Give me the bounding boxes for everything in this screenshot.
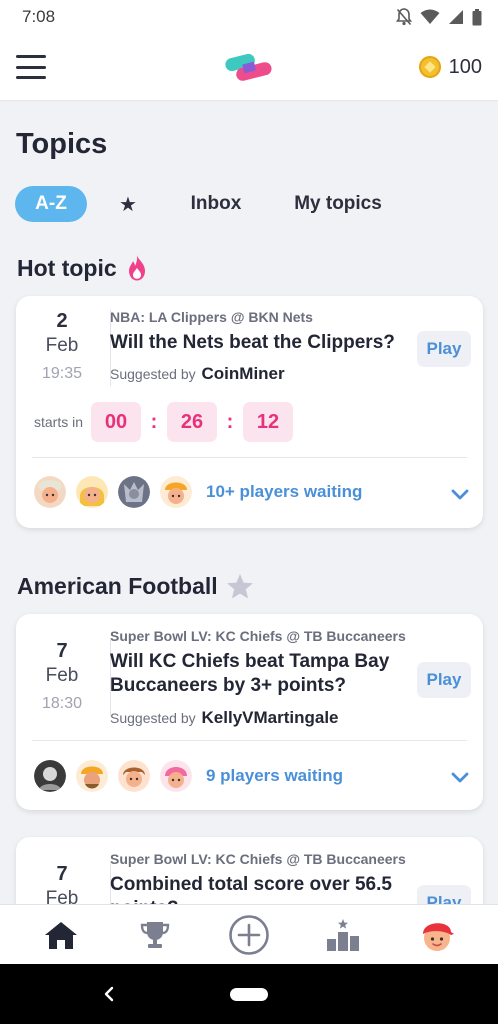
american-football-title: American Football	[17, 573, 218, 599]
back-icon[interactable]	[103, 986, 115, 1002]
topic-tabs: A-Z ★ Inbox My topics	[15, 186, 407, 222]
chevron-down-icon[interactable]	[451, 772, 469, 784]
hot-topic-card[interactable]: 2 Feb 19:35 NBA: LA Clippers @ BKN Nets …	[16, 296, 483, 528]
play-button[interactable]: Play	[417, 331, 471, 367]
add-circle-icon	[229, 914, 269, 955]
trophy-icon	[140, 921, 170, 948]
event-time: 18:30	[41, 695, 83, 712]
american-football-heading: American Football	[17, 573, 254, 600]
topic-card[interactable]: 7 Feb 18:30 Super Bowl LV: KC Chiefs @ T…	[16, 614, 483, 810]
suggested-by-label: Suggested by	[110, 710, 196, 726]
player-avatar	[118, 476, 150, 508]
players-waiting-text[interactable]: 10+ players waiting	[206, 482, 362, 502]
event-day: 2	[56, 310, 68, 332]
suggested-by: Suggested by CoinMiner	[110, 364, 285, 384]
card-divider	[32, 457, 467, 458]
nav-profile[interactable]	[407, 910, 467, 960]
player-avatar	[160, 760, 192, 792]
topic-category: NBA: LA Clippers @ BKN Nets	[110, 309, 313, 325]
suggested-by: Suggested by KellyVMartingale	[110, 708, 339, 728]
players-waiting-text[interactable]: 9 players waiting	[206, 766, 343, 786]
topic-category: Super Bowl LV: KC Chiefs @ TB Buccaneers	[110, 851, 406, 867]
topic-category: Super Bowl LV: KC Chiefs @ TB Buccaneers	[110, 628, 406, 644]
event-time: 19:35	[41, 365, 83, 382]
player-avatar	[76, 476, 108, 508]
event-month: Feb	[45, 335, 79, 356]
tab-inbox[interactable]: Inbox	[169, 186, 263, 222]
status-bar: 7:08	[0, 0, 498, 34]
menu-icon-line	[16, 76, 46, 79]
hot-topic-heading: Hot topic	[17, 254, 149, 282]
coin-count: 100	[448, 55, 482, 78]
leaderboard-icon	[327, 918, 359, 951]
topic-question: Will the Nets beat the Clippers?	[110, 332, 395, 353]
event-date: 7 Feb	[16, 863, 108, 910]
star-icon[interactable]	[226, 573, 254, 600]
home-icon	[45, 921, 77, 949]
event-date: 2 Feb 19:35	[16, 310, 108, 383]
hot-topic-title: Hot topic	[17, 254, 117, 281]
nav-leaderboard[interactable]	[313, 910, 373, 960]
page-title: Topics	[16, 128, 108, 160]
home-pill[interactable]	[230, 988, 268, 1001]
wifi-icon	[420, 9, 440, 24]
menu-button[interactable]	[16, 55, 46, 79]
status-icons	[396, 8, 482, 26]
tab-a-z[interactable]: A-Z	[15, 186, 87, 222]
countdown: starts in 00 : 26 : 12	[34, 402, 294, 442]
event-day: 7	[56, 640, 68, 662]
player-avatar	[76, 760, 108, 792]
nav-create-topic[interactable]	[219, 910, 279, 960]
app-header: 100	[0, 34, 498, 100]
tab-my-topics[interactable]: My topics	[269, 186, 407, 222]
countdown-seconds: 12	[243, 402, 294, 442]
topic-question: Will KC Chiefs beat Tampa Bay Buccaneers…	[110, 651, 390, 696]
nav-home[interactable]	[31, 910, 91, 960]
suggested-by-user[interactable]: KellyVMartingale	[202, 708, 339, 727]
player-avatar	[34, 760, 66, 792]
card-divider	[32, 740, 467, 741]
event-day: 7	[56, 863, 68, 885]
profile-avatar	[423, 922, 454, 951]
player-avatar	[34, 476, 66, 508]
suggested-by-label: Suggested by	[110, 366, 196, 382]
event-month: Feb	[45, 665, 79, 686]
notifications-off-icon	[396, 8, 412, 26]
players-waiting-row: 9 players waiting	[34, 760, 343, 792]
chevron-down-icon[interactable]	[451, 489, 469, 501]
coin-icon	[418, 56, 441, 78]
bottom-navigation	[0, 904, 498, 964]
status-time: 7:08	[22, 7, 56, 26]
countdown-minutes: 26	[167, 402, 218, 442]
countdown-separator: :	[150, 410, 158, 433]
starts-in-label: starts in	[34, 414, 84, 430]
countdown-separator: :	[226, 410, 234, 433]
coin-balance[interactable]: 100	[418, 55, 482, 79]
signal-icon	[449, 10, 463, 24]
play-button[interactable]: Play	[417, 662, 471, 698]
event-date: 7 Feb 18:30	[16, 640, 108, 713]
app-logo	[225, 53, 272, 81]
menu-icon-line	[16, 65, 46, 69]
tab-favorites-star-icon[interactable]: ★	[87, 186, 169, 222]
battery-icon	[472, 8, 482, 25]
system-navigation-bar	[0, 964, 498, 1024]
players-waiting-row: 10+ players waiting	[34, 476, 362, 508]
player-avatar	[118, 760, 150, 792]
nav-trophies[interactable]	[125, 910, 185, 960]
menu-icon-line	[16, 55, 46, 58]
countdown-hours: 00	[91, 402, 142, 442]
flame-icon	[128, 255, 145, 281]
player-avatar	[160, 476, 192, 508]
suggested-by-user[interactable]: CoinMiner	[202, 364, 285, 383]
